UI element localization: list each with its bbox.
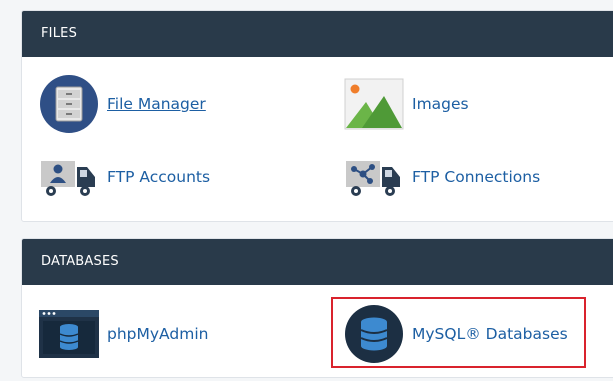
ftp-connections-link[interactable]: FTP Connections: [344, 147, 540, 207]
file-cabinet-icon: [39, 74, 99, 134]
images-label: Images: [412, 95, 469, 113]
file-manager-label: File Manager: [107, 95, 206, 113]
ftp-connections-label: FTP Connections: [412, 168, 541, 186]
file-manager-link[interactable]: File Manager: [39, 74, 206, 134]
phpmyadmin-label: phpMyAdmin: [107, 325, 209, 343]
ftp-user-truck-icon: [39, 147, 99, 207]
image-icon: [344, 74, 404, 134]
phpmyadmin-icon: [39, 304, 99, 364]
files-panel-header: FILES: [22, 11, 613, 57]
images-link[interactable]: Images: [344, 74, 469, 134]
ftp-network-truck-icon: [344, 147, 404, 207]
databases-panel-header: DATABASES: [22, 239, 613, 285]
ftp-accounts-label: FTP Accounts: [107, 168, 211, 186]
phpmyadmin-link[interactable]: phpMyAdmin: [39, 304, 208, 364]
mysql-databases-highlight: [331, 297, 586, 368]
ftp-accounts-link[interactable]: FTP Accounts: [39, 147, 210, 207]
